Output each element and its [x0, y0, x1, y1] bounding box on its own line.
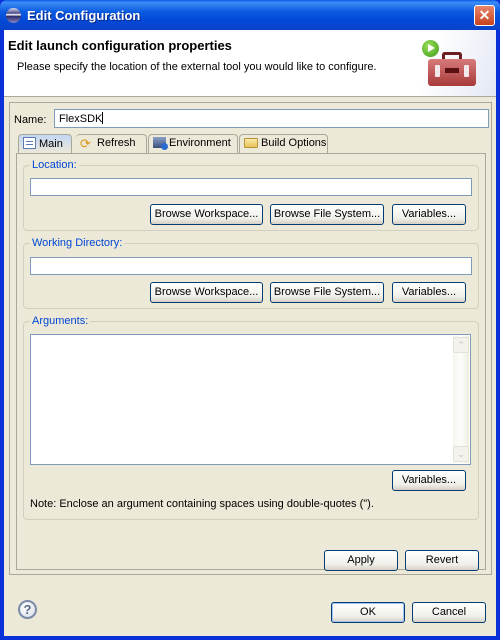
working-directory-variables-button[interactable]: Variables...	[392, 282, 466, 303]
toolbox-slot	[445, 68, 459, 73]
main-tab-content: Location: Browse Workspace... Browse Fil…	[16, 153, 486, 570]
tab-build-options[interactable]: Build Options	[239, 134, 328, 153]
name-label: Name:	[14, 114, 47, 126]
location-browse-file-system-button[interactable]: Browse File System...	[270, 204, 384, 225]
close-button[interactable]: ✕	[474, 5, 495, 26]
name-value: FlexSDK	[59, 113, 103, 125]
toolbox-latch-left	[435, 65, 440, 77]
revert-button[interactable]: Revert	[405, 550, 479, 571]
main-tab-icon	[23, 137, 36, 149]
location-input[interactable]	[30, 178, 472, 196]
working-directory-browse-file-system-button[interactable]: Browse File System...	[270, 282, 384, 303]
working-directory-browse-workspace-button[interactable]: Browse Workspace...	[150, 282, 263, 303]
help-icon[interactable]: ?	[18, 600, 37, 619]
location-variables-button[interactable]: Variables...	[392, 204, 466, 225]
dialog-header: Edit launch configuration properties Ple…	[4, 30, 496, 97]
edit-configuration-dialog: Edit Configuration ✕ Edit launch configu…	[0, 0, 500, 640]
location-browse-workspace-button[interactable]: Browse Workspace...	[150, 204, 263, 225]
tab-refresh-label: Refresh	[97, 137, 136, 149]
scroll-up-button[interactable]: ⌃	[453, 337, 469, 353]
arguments-textarea[interactable]: ⌃ ⌄	[30, 334, 471, 465]
tab-main[interactable]: Main	[18, 134, 72, 153]
refresh-icon: ⟳	[80, 136, 91, 151]
ok-button[interactable]: OK	[331, 602, 405, 623]
toolbox-icon	[428, 52, 478, 86]
working-directory-label: Working Directory:	[30, 237, 125, 249]
header-description: Please specify the location of the exter…	[17, 61, 377, 73]
location-group: Location: Browse Workspace... Browse Fil…	[23, 159, 479, 231]
tab-environment[interactable]: Environment	[148, 134, 238, 153]
working-directory-group: Working Directory: Browse Workspace... B…	[23, 237, 479, 309]
folder-open-icon	[244, 138, 258, 148]
name-input[interactable]: FlexSDK	[54, 109, 489, 128]
tab-environment-label: Environment	[169, 137, 231, 149]
toolbox-latch-right	[464, 65, 469, 77]
arguments-group: Arguments: ⌃ ⌄ Variables... Note: Enclos…	[23, 315, 479, 520]
configuration-panel: Name: FlexSDK Main ⟳ Refresh Environment	[9, 102, 492, 575]
tab-build-options-label: Build Options	[261, 137, 327, 149]
working-directory-input[interactable]	[30, 257, 472, 275]
apply-button[interactable]: Apply	[324, 550, 398, 571]
eclipse-logo-icon	[6, 8, 21, 23]
arguments-variables-button[interactable]: Variables...	[392, 470, 466, 491]
tab-refresh[interactable]: ⟳ Refresh	[76, 134, 147, 153]
text-caret	[102, 112, 104, 124]
cancel-button[interactable]: Cancel	[412, 602, 486, 623]
scroll-down-button[interactable]: ⌄	[453, 446, 469, 462]
arguments-scrollbar[interactable]: ⌃ ⌄	[453, 336, 469, 463]
location-label: Location:	[30, 159, 79, 171]
header-title: Edit launch configuration properties	[8, 38, 232, 53]
arguments-label: Arguments:	[30, 315, 91, 327]
window-title: Edit Configuration	[27, 8, 141, 23]
run-play-icon	[422, 40, 439, 57]
title-bar[interactable]: Edit Configuration ✕	[0, 0, 500, 30]
arguments-note: Note: Enclose an argument containing spa…	[30, 498, 374, 510]
tab-main-label: Main	[39, 138, 63, 150]
environment-icon	[153, 137, 168, 150]
dialog-client-area: Edit launch configuration properties Ple…	[4, 30, 496, 636]
